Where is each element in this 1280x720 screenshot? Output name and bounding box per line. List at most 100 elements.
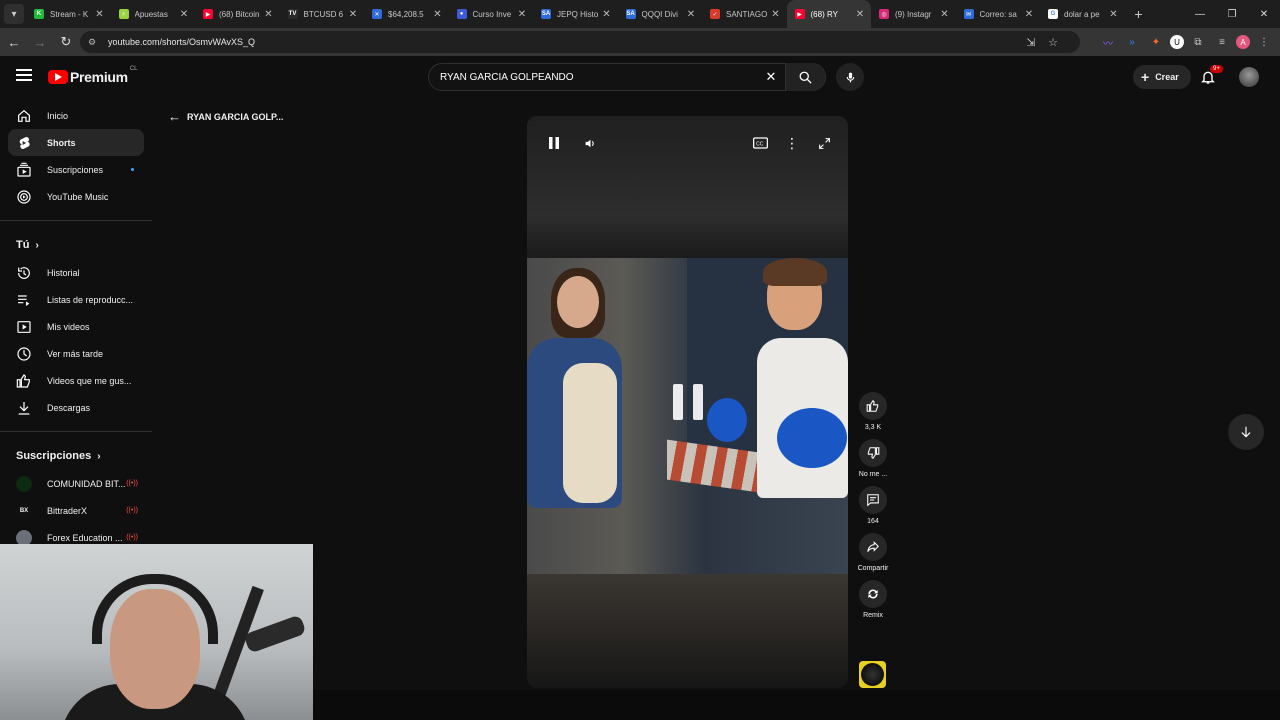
live-icon: ((•)) bbox=[126, 507, 138, 514]
tab-favicon-icon: ● bbox=[456, 9, 467, 19]
menu-icon[interactable] bbox=[16, 69, 32, 83]
channel-thumbnail[interactable] bbox=[859, 661, 886, 688]
browser-tab[interactable]: ✉ Correo: sa ✕ bbox=[956, 0, 1041, 28]
browser-tab[interactable]: SA QQQI Divi ✕ bbox=[618, 0, 703, 28]
tab-favicon-icon: SA bbox=[541, 9, 551, 19]
more-options-button[interactable]: ⋮ bbox=[781, 132, 803, 154]
reload-button[interactable]: ↻ bbox=[54, 30, 78, 54]
minimize-button[interactable]: — bbox=[1184, 0, 1216, 28]
tab-favicon-icon: ⚡ bbox=[118, 9, 129, 19]
region-code: CL bbox=[129, 66, 138, 72]
bookmark-star-icon[interactable]: ☆ bbox=[1042, 36, 1064, 49]
tab-close-icon[interactable]: ✕ bbox=[1107, 9, 1121, 20]
pause-button[interactable] bbox=[543, 132, 565, 154]
sidebar-item-home[interactable]: Inicio bbox=[8, 102, 144, 129]
browser-tab[interactable]: Gdolar a pe ✕ bbox=[1040, 0, 1125, 28]
next-short-button[interactable] bbox=[1228, 414, 1264, 450]
volume-button[interactable] bbox=[579, 132, 601, 154]
sidebar-item-shorts[interactable]: Shorts bbox=[8, 129, 144, 156]
sidebar-item-liked[interactable]: Videos que me gus... bbox=[8, 367, 144, 394]
share-label: Compartir bbox=[857, 565, 889, 572]
sidebar-item-playlists[interactable]: Listas de reproducc... bbox=[8, 286, 144, 313]
browser-tab[interactable]: SA JEPQ Histo ✕ bbox=[533, 0, 618, 28]
sidebar-item-downloads[interactable]: Descargas bbox=[8, 394, 144, 421]
tab-close-icon[interactable]: ✕ bbox=[346, 9, 360, 20]
subscriptions-section-header[interactable]: Suscripciones › bbox=[0, 442, 152, 470]
install-app-icon[interactable]: ⇲ bbox=[1020, 36, 1042, 49]
tab-close-icon[interactable]: ✕ bbox=[177, 9, 191, 20]
extension-3-icon[interactable]: ✦ bbox=[1146, 32, 1166, 52]
arrow-left-icon: ← bbox=[168, 109, 181, 124]
site-info-icon[interactable]: ⚙ bbox=[88, 37, 100, 48]
sidebar-item-my-videos[interactable]: Mis videos bbox=[8, 313, 144, 340]
sidebar-item-watch-later[interactable]: Ver más tarde bbox=[8, 340, 144, 367]
extension-1-icon[interactable]: 〰 bbox=[1098, 32, 1118, 52]
youtube-premium-logo[interactable]: Premium CL bbox=[48, 66, 138, 85]
tab-title: $64,208.5 bbox=[388, 9, 424, 19]
fullscreen-button[interactable] bbox=[813, 132, 835, 154]
tab-close-icon[interactable]: ✕ bbox=[1022, 9, 1036, 20]
browser-menu-icon[interactable]: ⋮ bbox=[1254, 32, 1274, 52]
browser-tab[interactable]: ▶ (68) Bitcoin ✕ bbox=[195, 0, 280, 28]
search-button[interactable] bbox=[785, 63, 825, 91]
address-bar[interactable]: ⚙ youtube.com/shorts/OsmvWAvXS_Q bbox=[80, 31, 1080, 53]
remix-button[interactable] bbox=[859, 580, 887, 608]
extension-2-icon[interactable]: » bbox=[1122, 32, 1142, 52]
you-section-header[interactable]: Tú › bbox=[0, 231, 152, 259]
close-window-button[interactable]: ✕ bbox=[1248, 0, 1280, 28]
sidebar-item-label: Ver más tarde bbox=[47, 348, 104, 359]
tab-favicon-icon: ✕ bbox=[372, 9, 382, 19]
browser-tab[interactable]: ▶ (68) RY ✕ bbox=[786, 0, 871, 28]
sidebar-item-history[interactable]: Historial bbox=[8, 259, 144, 286]
tab-close-icon[interactable]: ✕ bbox=[853, 9, 867, 20]
browser-tab[interactable]: ◎ (9) Instagr ✕ bbox=[871, 0, 956, 28]
create-button[interactable]: + Crear bbox=[1133, 65, 1191, 89]
my-videos-icon bbox=[17, 320, 31, 333]
sidebar-item-subscriptions[interactable]: Suscripciones bbox=[8, 156, 144, 183]
shorts-video-player[interactable]: CC ⋮ bbox=[527, 116, 848, 688]
browser-tab[interactable]: TV BTCUSD 6 ✕ bbox=[280, 0, 365, 28]
shorts-back-row[interactable]: ← RYAN GARCIA GOLP... bbox=[168, 109, 283, 124]
dislike-button[interactable] bbox=[859, 439, 887, 467]
notifications-button[interactable]: 9+ bbox=[1200, 65, 1223, 89]
like-button[interactable] bbox=[859, 392, 887, 420]
captions-button[interactable]: CC bbox=[749, 132, 771, 154]
back-nav-button[interactable]: ← bbox=[2, 30, 26, 54]
forward-nav-button[interactable]: → bbox=[28, 30, 52, 54]
browser-tab[interactable]: K Stream - K ✕ bbox=[26, 0, 111, 28]
profile-icon[interactable]: A bbox=[1236, 35, 1250, 49]
account-avatar[interactable] bbox=[1239, 67, 1259, 87]
extension-4-icon[interactable]: U bbox=[1170, 35, 1184, 49]
extensions-puzzle-icon[interactable]: ⧉ bbox=[1188, 32, 1208, 52]
browser-tab[interactable]: ⚡ Apuestas ✕ bbox=[111, 0, 196, 28]
browser-tab[interactable]: ✓ SANTIAGO ✕ bbox=[702, 0, 787, 28]
tab-search-button[interactable]: ▾ bbox=[4, 4, 24, 24]
tab-title: QQQI Divi bbox=[641, 9, 678, 19]
tab-close-icon[interactable]: ✕ bbox=[938, 9, 952, 20]
clear-search-icon[interactable]: ✕ bbox=[757, 69, 785, 85]
comments-button[interactable] bbox=[859, 486, 887, 514]
search-input[interactable]: RYAN GARCIA GOLPEANDO bbox=[429, 72, 757, 83]
browser-tab[interactable]: ● Curso Inve ✕ bbox=[449, 0, 534, 28]
tab-close-icon[interactable]: ✕ bbox=[600, 9, 614, 20]
volume-icon bbox=[585, 139, 594, 147]
sidebar-subscription[interactable]: BX BittraderX ((•)) bbox=[8, 497, 144, 524]
new-tab-button[interactable]: + bbox=[1129, 6, 1149, 22]
playlists-icon bbox=[18, 294, 30, 306]
webcam-overlay bbox=[0, 544, 313, 720]
voice-search-button[interactable] bbox=[836, 63, 864, 91]
browser-tab[interactable]: ✕ $64,208.5 ✕ bbox=[364, 0, 449, 28]
media-control-icon[interactable]: ≡ bbox=[1212, 32, 1232, 52]
tab-close-icon[interactable]: ✕ bbox=[431, 9, 445, 20]
share-button[interactable] bbox=[859, 533, 887, 561]
sidebar-item-music[interactable]: YouTube Music bbox=[8, 183, 144, 210]
tab-favicon-icon: K bbox=[34, 9, 44, 19]
tab-close-icon[interactable]: ✕ bbox=[93, 9, 107, 20]
tab-close-icon[interactable]: ✕ bbox=[684, 9, 698, 20]
tab-close-icon[interactable]: ✕ bbox=[769, 9, 783, 20]
tab-close-icon[interactable]: ✕ bbox=[262, 9, 276, 20]
restore-button[interactable]: ❐ bbox=[1216, 0, 1248, 28]
tab-close-icon[interactable]: ✕ bbox=[515, 9, 529, 20]
extensions-bar: 〰 » ✦ U ⧉ ≡ A ⋮ bbox=[1098, 28, 1274, 56]
sidebar-subscription[interactable]: COMUNIDAD BIT... ((•)) bbox=[8, 470, 144, 497]
